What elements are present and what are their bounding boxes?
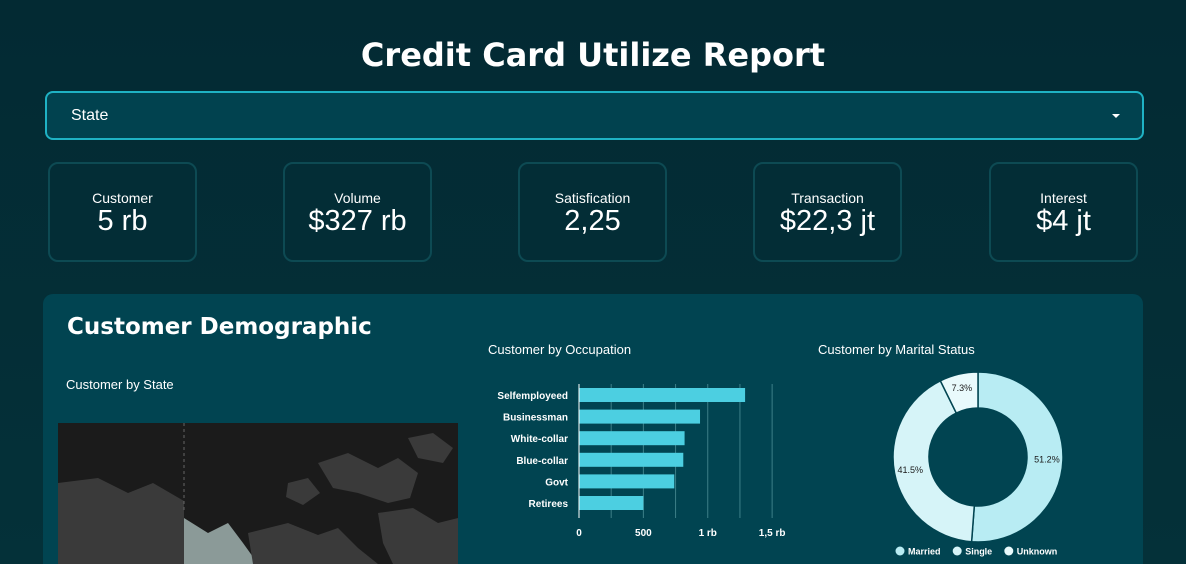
bar-blue-collar[interactable] xyxy=(579,452,684,467)
legend-swatch xyxy=(895,546,905,556)
bar-white-collar[interactable] xyxy=(579,431,685,446)
legend-label: Married xyxy=(908,547,941,557)
marital-chart-title: Customer by Marital Status xyxy=(818,342,975,357)
demographic-title: Customer Demographic xyxy=(67,314,372,340)
kpi-value: 5 rb xyxy=(97,205,148,237)
kpi-label: Interest xyxy=(1040,190,1087,206)
bar-retirees[interactable] xyxy=(579,496,644,510)
kpi-card-transaction: Transaction $22,3 jt xyxy=(753,162,902,262)
state-chart-title: Customer by State xyxy=(66,377,174,392)
tick-label: 1,5 rb xyxy=(759,528,786,539)
kpi-card-interest: Interest $4 jt xyxy=(989,162,1138,262)
legend-swatch xyxy=(952,546,962,556)
kpi-value: $327 rb xyxy=(308,205,407,237)
map-svg xyxy=(58,423,458,564)
slice-value-label: 51.2% xyxy=(1034,455,1060,465)
kpi-label: Transaction xyxy=(791,190,864,206)
kpi-value: $22,3 jt xyxy=(779,205,876,237)
state-dropdown[interactable]: State xyxy=(45,91,1144,140)
state-map[interactable] xyxy=(58,423,458,564)
marital-donut-chart: 51.2% 41.5% 7.3% Married Single Unknown xyxy=(892,371,1064,557)
kpi-card-volume: Volume $327 rb xyxy=(283,162,432,262)
occupation-bar-chart: Selfemployeed Businessman White-collar Blue… xyxy=(497,384,786,539)
kpi-label: Volume xyxy=(334,190,381,206)
legend-swatch xyxy=(1004,546,1014,556)
tick-label: 1 rb xyxy=(699,528,717,539)
occupation-chart-title: Customer by Occupation xyxy=(488,342,632,357)
legend-label: Single xyxy=(965,547,992,557)
bar-selfemployeed[interactable] xyxy=(579,388,746,402)
bar-govt[interactable] xyxy=(579,474,675,489)
kpi-value: 2,25 xyxy=(564,205,621,237)
map-land-west xyxy=(58,478,184,564)
bar-businessman[interactable] xyxy=(579,409,701,424)
slice-value-label: 41.5% xyxy=(897,465,923,475)
state-dropdown-label: State xyxy=(71,106,109,124)
legend-label: Unknown xyxy=(1017,547,1058,557)
slice-value-label: 7.3% xyxy=(952,383,973,393)
category-label: Businessman xyxy=(503,413,568,424)
category-label: Selfemployeed xyxy=(497,391,568,402)
category-label: Blue-collar xyxy=(516,456,568,467)
kpi-label: Satisfication xyxy=(554,190,631,206)
category-label: Retirees xyxy=(529,499,569,510)
chevron-down-icon[interactable] xyxy=(1112,113,1120,118)
page-title: Credit Card Utilize Report xyxy=(360,36,826,74)
kpi-card-customer: Customer 5 rb xyxy=(48,162,197,262)
kpi-label: Customer xyxy=(92,190,153,206)
category-label: White-collar xyxy=(511,434,568,445)
tick-label: 500 xyxy=(635,528,652,539)
tick-label: 0 xyxy=(576,528,582,539)
kpi-value: $4 jt xyxy=(1036,205,1091,237)
kpi-card-satisfication: Satisfication 2,25 xyxy=(518,162,667,262)
category-label: Govt xyxy=(545,477,568,488)
